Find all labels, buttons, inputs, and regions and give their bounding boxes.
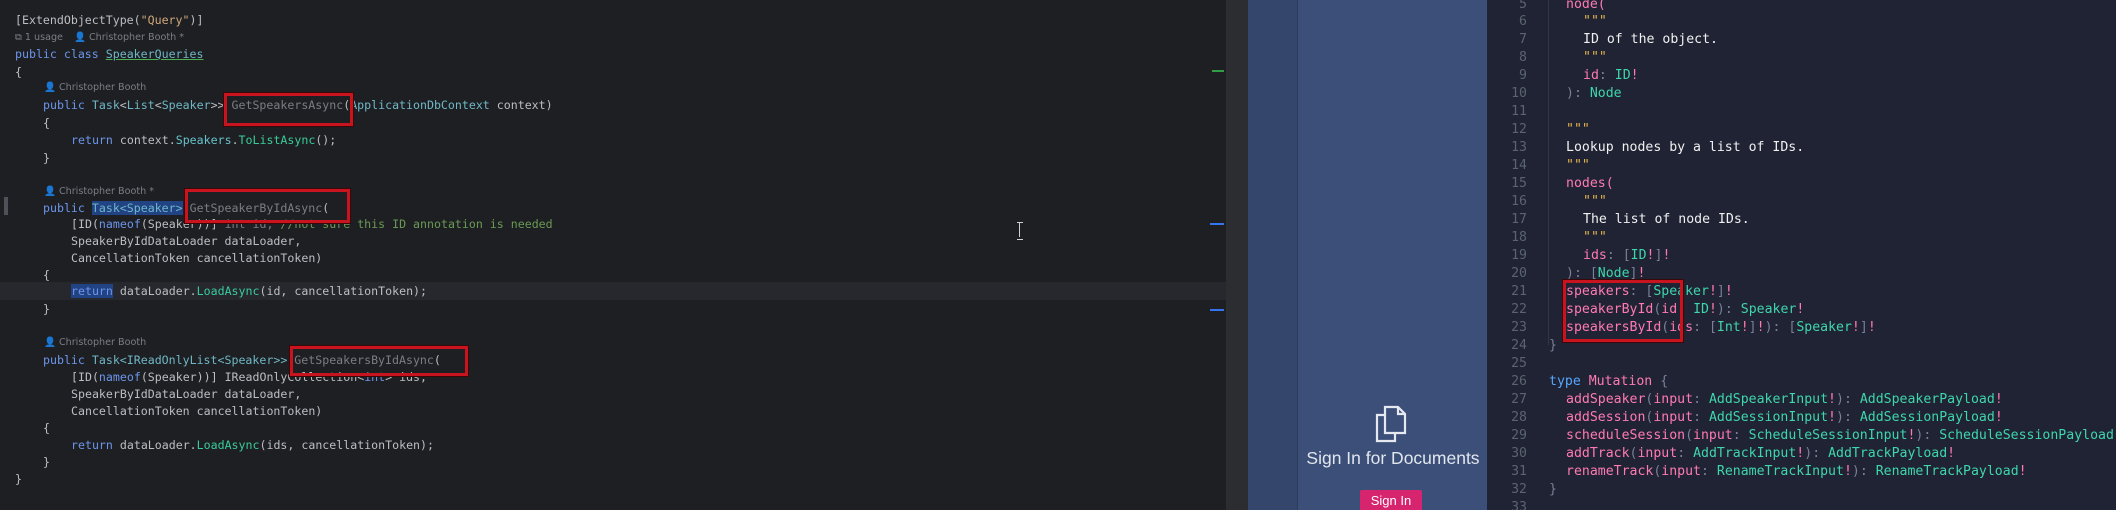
code-line-brace: }: [15, 472, 22, 486]
documents-copy-icon: [1375, 405, 1407, 443]
code-line-param: CancellationToken cancellationToken): [71, 251, 323, 265]
author-hint[interactable]: 👤 Christopher Booth: [44, 336, 146, 350]
code-line-class: public class SpeakerQueries: [15, 47, 204, 61]
code-line-brace: {: [43, 268, 50, 282]
highlight-box-getspeakersasync: [224, 93, 353, 126]
docs-side-strip: [1248, 0, 1298, 510]
code-line-brace: {: [43, 116, 50, 130]
documents-panel: Sign In for Documents Sign In: [1248, 0, 1487, 510]
code-line-return: return dataLoader.LoadAsync(id, cancella…: [71, 284, 428, 298]
graphql-schema-editor[interactable]: 5 node( 6 """ 7 ID of the object. 8 """ 9 id:…: [1487, 0, 2116, 510]
highlight-box-query-fields: [1563, 280, 1683, 342]
indent-guide: [1548, 0, 1549, 345]
author-hint[interactable]: 👤 Christopher Booth *: [74, 31, 184, 45]
highlight-box-getspeakerbyidasync: [185, 189, 350, 223]
error-stripe-ok-marker: [1212, 70, 1224, 72]
person-icon: 👤: [74, 32, 86, 43]
highlight-box-getspeakersbyidasync: [290, 346, 468, 376]
code-line-return: return dataLoader.LoadAsync(ids, cancell…: [71, 438, 434, 452]
sign-in-button[interactable]: Sign In: [1360, 490, 1422, 510]
code-line-brace: }: [43, 455, 50, 469]
code-line-brace: {: [43, 421, 50, 435]
code-line-attribute: [ExtendObjectType("Query")]: [15, 13, 204, 27]
usage-hint[interactable]: ⧉ 1 usage: [15, 31, 63, 45]
gutter-change-marker: [4, 197, 8, 215]
error-stripe-marker: [1210, 309, 1224, 311]
code-line-brace: }: [43, 302, 50, 316]
docs-signin-title: Sign In for Documents: [1306, 448, 1480, 468]
csharp-code-editor[interactable]: [ExtendObjectType("Query")] ⧉ 1 usage 👤 Ch…: [0, 0, 1226, 510]
code-line-param: SpeakerByIdDataLoader dataLoader,: [71, 234, 302, 248]
code-line-brace: }: [43, 151, 50, 165]
text-cursor-ibeam: [1017, 222, 1023, 240]
code-line-brace: {: [15, 65, 22, 79]
person-icon: 👤: [44, 82, 56, 93]
code-line-return: return context.Speakers.ToListAsync();: [71, 133, 337, 147]
pane-divider[interactable]: [1226, 0, 1248, 510]
person-icon: 👤: [44, 337, 56, 348]
error-stripe-marker: [1210, 223, 1224, 225]
author-hint[interactable]: 👤 Christopher Booth: [44, 81, 146, 95]
code-line-param: SpeakerByIdDataLoader dataLoader,: [71, 387, 302, 401]
code-line-param: CancellationToken cancellationToken): [71, 404, 323, 418]
author-hint[interactable]: 👤 Christopher Booth *: [44, 185, 154, 199]
usage-icon: ⧉: [15, 32, 22, 43]
person-icon: 👤: [44, 186, 56, 197]
